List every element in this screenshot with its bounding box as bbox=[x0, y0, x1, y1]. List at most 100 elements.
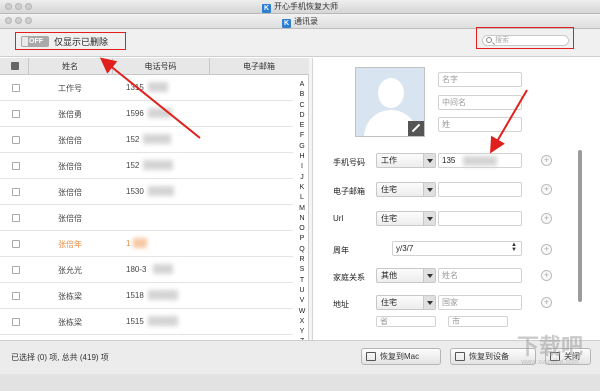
edit-avatar-button[interactable] bbox=[408, 121, 424, 136]
dropdown-arrow-icon bbox=[423, 269, 435, 282]
row-checkbox[interactable] bbox=[12, 266, 20, 274]
index-letter[interactable]: P bbox=[297, 234, 307, 244]
column-header-name[interactable]: 姓名 bbox=[40, 61, 100, 72]
middle-name-field[interactable]: 中间名 bbox=[438, 95, 522, 110]
pencil-icon bbox=[411, 123, 421, 133]
relation-name-field[interactable]: 姓名 bbox=[438, 268, 522, 283]
restore-device-icon bbox=[455, 352, 465, 361]
index-letter[interactable]: K bbox=[297, 183, 307, 193]
index-letter[interactable]: Y bbox=[297, 327, 307, 337]
index-letter[interactable]: C bbox=[297, 101, 307, 111]
row-phone: 1518 bbox=[126, 291, 144, 300]
index-letter[interactable]: U bbox=[297, 286, 307, 296]
add-email-button[interactable]: + bbox=[541, 184, 552, 195]
index-letter[interactable]: S bbox=[297, 265, 307, 275]
app-logo-icon: K bbox=[262, 4, 271, 13]
add-phone-button[interactable]: + bbox=[541, 155, 552, 166]
add-address-button[interactable]: + bbox=[541, 297, 552, 308]
row-name: 张栋梁 bbox=[58, 318, 82, 327]
redacted-text bbox=[153, 264, 173, 274]
restore-mac-label: 恢复到Mac bbox=[380, 352, 420, 361]
detail-scrollbar[interactable] bbox=[578, 150, 582, 302]
index-letter[interactable]: I bbox=[297, 162, 307, 172]
address-label: 地址 bbox=[333, 300, 349, 309]
relation-type-select[interactable]: 其他 bbox=[376, 268, 436, 283]
table-row[interactable]: 张倍倍 1530 bbox=[0, 179, 293, 205]
address-country-field[interactable]: 国家 bbox=[438, 295, 522, 310]
row-phone: 1596 bbox=[126, 109, 144, 118]
address-province-field[interactable]: 省 bbox=[376, 316, 436, 327]
index-letter[interactable]: E bbox=[297, 121, 307, 131]
index-letter[interactable]: R bbox=[297, 255, 307, 265]
column-header-phone[interactable]: 电话号码 bbox=[112, 61, 209, 72]
first-name-field[interactable]: 名字 bbox=[438, 72, 522, 87]
table-row[interactable]: 张倍年 1 bbox=[0, 231, 293, 257]
alphabet-index[interactable]: ABCDEFGHIJKLMNOPQRSTUVWXYZ# bbox=[297, 80, 307, 358]
date-stepper-icon[interactable]: ▲ ▼ bbox=[511, 242, 517, 254]
index-letter[interactable]: X bbox=[297, 317, 307, 327]
row-phone: 1515 bbox=[126, 317, 144, 326]
index-letter[interactable]: T bbox=[297, 276, 307, 286]
index-letter[interactable]: H bbox=[297, 152, 307, 162]
row-checkbox[interactable] bbox=[12, 162, 20, 170]
table-row[interactable]: 张倍倍 152 bbox=[0, 127, 293, 153]
table-row[interactable]: 张允光 180-3 bbox=[0, 257, 293, 283]
row-phone: 1530 bbox=[126, 187, 144, 196]
anniversary-date-field[interactable]: y/3/7 ▲ ▼ bbox=[392, 241, 522, 256]
table-row[interactable]: 工作号 1315 bbox=[0, 75, 293, 101]
redacted-text bbox=[148, 82, 168, 92]
column-divider[interactable] bbox=[28, 58, 29, 75]
row-checkbox[interactable] bbox=[12, 318, 20, 326]
app-title-text: 开心手机恢复大师 bbox=[274, 2, 338, 11]
url-value-field[interactable] bbox=[438, 211, 522, 226]
index-letter[interactable]: J bbox=[297, 173, 307, 183]
select-all-checkbox[interactable] bbox=[11, 62, 19, 70]
add-date-button[interactable]: + bbox=[541, 244, 552, 255]
index-letter[interactable]: W bbox=[297, 307, 307, 317]
table-row[interactable]: 张栋梁 1515 bbox=[0, 309, 293, 335]
row-phone: 152 bbox=[126, 135, 140, 144]
avatar-placeholder-head bbox=[378, 78, 404, 108]
index-letter[interactable]: L bbox=[297, 193, 307, 203]
table-row[interactable]: 张倍倍 bbox=[0, 205, 293, 231]
index-letter[interactable]: Q bbox=[297, 245, 307, 255]
table-row[interactable]: 张倍勇 1596 bbox=[0, 101, 293, 127]
row-checkbox[interactable] bbox=[12, 292, 20, 300]
index-letter[interactable]: O bbox=[297, 224, 307, 234]
address-type-value: 住宅 bbox=[381, 298, 397, 307]
url-type-select[interactable]: 住宅 bbox=[376, 211, 436, 226]
list-scrollbar[interactable] bbox=[309, 58, 313, 340]
row-checkbox[interactable] bbox=[12, 84, 20, 92]
row-checkbox[interactable] bbox=[12, 214, 20, 222]
email-value-field[interactable] bbox=[438, 182, 522, 197]
column-header-email[interactable]: 电子邮箱 bbox=[209, 61, 309, 72]
phone-type-select[interactable]: 工作 bbox=[376, 153, 436, 168]
phone-value-field[interactable]: 135 bbox=[438, 153, 522, 168]
table-row[interactable]: 张栋梁 1518 bbox=[0, 283, 293, 309]
index-letter[interactable]: M bbox=[297, 204, 307, 214]
index-letter[interactable]: A bbox=[297, 80, 307, 90]
index-letter[interactable]: N bbox=[297, 214, 307, 224]
index-letter[interactable]: F bbox=[297, 131, 307, 141]
row-name: 张倍年 bbox=[58, 240, 82, 249]
index-letter[interactable]: B bbox=[297, 90, 307, 100]
dropdown-arrow-icon bbox=[423, 296, 435, 309]
url-label: Url bbox=[333, 214, 344, 223]
row-checkbox[interactable] bbox=[12, 110, 20, 118]
anniversary-value: y/3/7 bbox=[396, 244, 414, 253]
index-letter[interactable]: V bbox=[297, 296, 307, 306]
table-row[interactable]: 张倍倍 152 bbox=[0, 153, 293, 179]
index-letter[interactable]: G bbox=[297, 142, 307, 152]
anniversary-label: 周年 bbox=[333, 246, 349, 255]
row-checkbox[interactable] bbox=[12, 240, 20, 248]
restore-to-mac-button[interactable]: 恢复到Mac bbox=[361, 348, 441, 365]
address-city-field[interactable]: 市 bbox=[448, 316, 508, 327]
index-letter[interactable]: D bbox=[297, 111, 307, 121]
row-checkbox[interactable] bbox=[12, 136, 20, 144]
add-url-button[interactable]: + bbox=[541, 213, 552, 224]
address-type-select[interactable]: 住宅 bbox=[376, 295, 436, 310]
row-checkbox[interactable] bbox=[12, 188, 20, 196]
last-name-field[interactable]: 姓 bbox=[438, 117, 522, 132]
add-relation-button[interactable]: + bbox=[541, 270, 552, 281]
email-type-select[interactable]: 住宅 bbox=[376, 182, 436, 197]
